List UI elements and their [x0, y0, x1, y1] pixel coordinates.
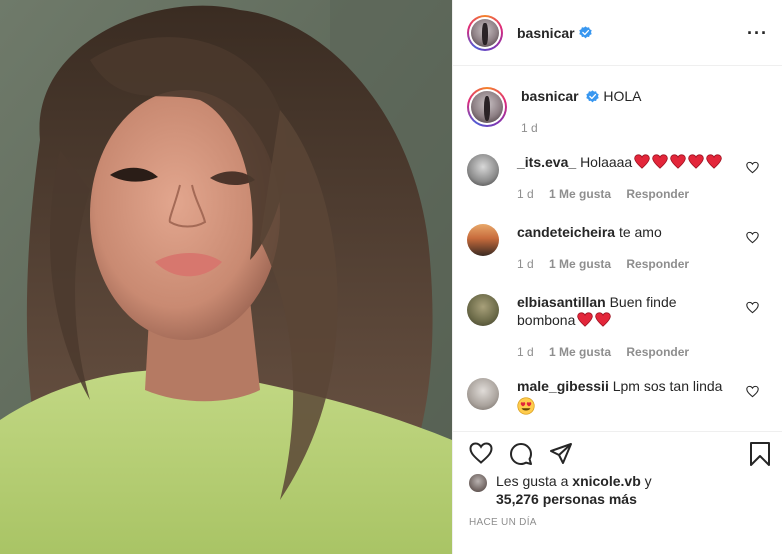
post-caption: basnicar HOLA 1 d: [467, 67, 769, 137]
comment-username[interactable]: candeteicheira: [517, 224, 615, 240]
red-heart-emoji-icon: [670, 154, 686, 169]
caption-time[interactable]: 1 d: [521, 121, 538, 135]
comment-username[interactable]: elbiasantillan: [517, 294, 606, 310]
comment-item: male_gibessii Lpm sos tan linda: [467, 377, 769, 419]
verified-badge-icon: [578, 26, 592, 39]
red-heart-emoji-icon: [634, 154, 650, 169]
reply-button[interactable]: Responder: [626, 257, 689, 271]
author-username[interactable]: basnicar: [517, 25, 575, 41]
comment-likes-count[interactable]: 1 Me gusta: [549, 257, 611, 271]
like-comment-heart-icon[interactable]: [746, 231, 759, 244]
comment-avatar[interactable]: [467, 154, 499, 186]
heart-eyes-emoji-icon: [517, 397, 535, 415]
reply-button[interactable]: Responder: [626, 187, 689, 201]
comment-time[interactable]: 1 d: [517, 345, 534, 359]
author-avatar[interactable]: [467, 14, 503, 51]
save-bookmark-icon[interactable]: [749, 442, 771, 466]
post-timestamp[interactable]: HACE UN DÍA: [469, 517, 537, 528]
comment-item: candeteicheira te amo 1 d 1 Me gusta Res…: [467, 223, 769, 273]
like-comment-heart-icon[interactable]: [746, 301, 759, 314]
comment-username[interactable]: _its.eva_: [517, 154, 576, 170]
comment-text: te amo: [618, 224, 662, 240]
like-heart-icon[interactable]: [469, 442, 493, 464]
likes-prefix: Les gusta a: [496, 473, 569, 489]
comment-likes-count[interactable]: 1 Me gusta: [549, 345, 611, 359]
post-side-panel: basnicar ··· basnicar HOLA 1 d _its.eva_…: [452, 0, 782, 554]
comments-list[interactable]: basnicar HOLA 1 d _its.eva_ Holaaaa 1 d …: [453, 67, 782, 431]
verified-badge-icon: [586, 90, 600, 103]
comment-avatar[interactable]: [467, 224, 499, 256]
more-options-icon[interactable]: ···: [747, 24, 768, 42]
red-heart-emoji-icon: [652, 154, 668, 169]
caption-text: HOLA: [603, 88, 642, 104]
share-paper-plane-icon[interactable]: [549, 442, 573, 466]
likes-count[interactable]: 35,276 personas más: [496, 491, 637, 507]
post-header: basnicar ···: [453, 0, 782, 66]
comment-item: elbiasantillan Buen finde bombona 1 d 1 …: [467, 293, 769, 361]
likes-summary: Les gusta a xnicole.vb y 35,276 personas…: [469, 472, 652, 508]
post-photo[interactable]: [0, 0, 452, 554]
comment-bubble-icon[interactable]: [509, 442, 533, 466]
liker-username[interactable]: xnicole.vb: [572, 473, 640, 489]
comment-text: Holaaaa: [580, 154, 633, 170]
comment-time[interactable]: 1 d: [517, 257, 534, 271]
likes-connector: y: [644, 473, 652, 489]
caption-username[interactable]: basnicar: [521, 88, 579, 104]
comment-text: Lpm sos tan linda: [612, 378, 723, 394]
like-comment-heart-icon[interactable]: [746, 161, 759, 174]
red-heart-emoji-icon: [595, 312, 612, 327]
comment-avatar[interactable]: [467, 378, 499, 410]
comment-avatar[interactable]: [467, 294, 499, 326]
comment-time[interactable]: 1 d: [517, 187, 534, 201]
like-comment-heart-icon[interactable]: [746, 385, 759, 398]
red-heart-emoji-icon: [706, 154, 722, 169]
comment-likes-count[interactable]: 1 Me gusta: [549, 187, 611, 201]
post-photo-image: [0, 0, 452, 554]
liker-avatar[interactable]: [469, 474, 487, 492]
caption-avatar[interactable]: [467, 87, 507, 127]
comment-item: _its.eva_ Holaaaa 1 d 1 Me gusta Respond…: [467, 153, 769, 203]
comment-username[interactable]: male_gibessii: [517, 378, 609, 394]
red-heart-emoji-icon: [688, 154, 704, 169]
reply-button[interactable]: Responder: [626, 345, 689, 359]
red-heart-emoji-icon: [577, 312, 594, 327]
